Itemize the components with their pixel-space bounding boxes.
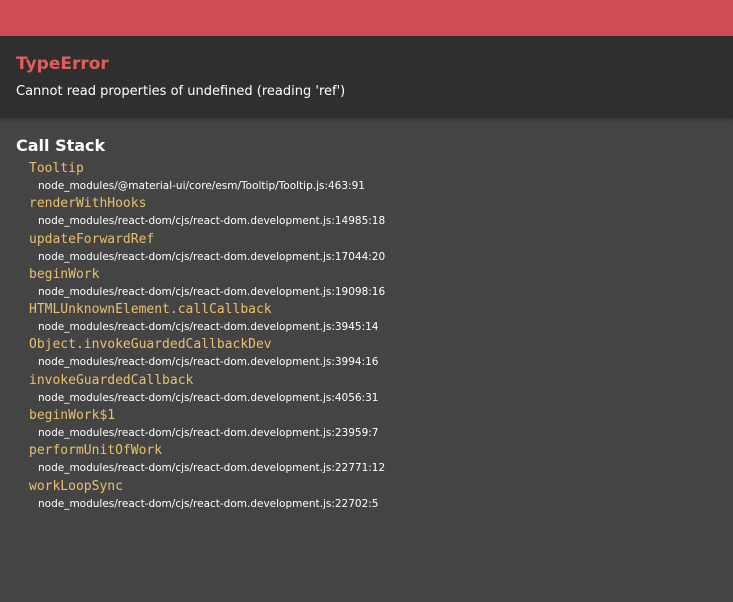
call-stack: Call Stack Tooltip node_modules/@materia…: [0, 118, 733, 513]
stack-frame: beginWork node_modules/react-dom/cjs/rea…: [29, 266, 717, 301]
frame-function-name: updateForwardRef: [29, 231, 155, 247]
stack-frame: Tooltip node_modules/@material-ui/core/e…: [29, 160, 717, 195]
frame-location: node_modules/react-dom/cjs/react-dom.dev…: [38, 285, 386, 298]
error-message: Cannot read properties of undefined (rea…: [16, 84, 346, 99]
stack-frame: beginWork$1 node_modules/react-dom/cjs/r…: [29, 407, 717, 442]
frame-function-name: performUnitOfWork: [29, 443, 163, 459]
frame-location: node_modules/react-dom/cjs/react-dom.dev…: [38, 321, 379, 334]
stack-frame: renderWithHooks node_modules/react-dom/c…: [29, 195, 717, 230]
stack-frame: workLoopSync node_modules/react-dom/cjs/…: [29, 478, 717, 513]
error-header: TypeError Cannot read properties of unde…: [0, 36, 733, 118]
frame-location: node_modules/react-dom/cjs/react-dom.dev…: [38, 462, 386, 475]
stack-frame: performUnitOfWork node_modules/react-dom…: [29, 442, 717, 477]
stack-frame: updateForwardRef node_modules/react-dom/…: [29, 231, 717, 266]
frame-location: node_modules/react-dom/cjs/react-dom.dev…: [38, 391, 379, 404]
frame-function-name: beginWork: [29, 266, 100, 282]
frame-function-name: workLoopSync: [29, 478, 123, 494]
stack-frame: HTMLUnknownElement.callCallback node_mod…: [29, 301, 717, 336]
frame-function-name: renderWithHooks: [29, 196, 147, 212]
frame-location: node_modules/@material-ui/core/esm/Toolt…: [38, 180, 365, 192]
frame-location: node_modules/react-dom/cjs/react-dom.dev…: [38, 250, 386, 263]
frame-function-name: HTMLUnknownElement.callCallback: [29, 302, 272, 318]
frame-location: node_modules/react-dom/cjs/react-dom.dev…: [38, 356, 379, 369]
call-stack-title: Call Stack: [16, 136, 106, 155]
stack-frame: Object.invokeGuardedCallbackDev node_mod…: [29, 336, 717, 371]
frame-function-name: Tooltip: [29, 161, 84, 176]
stack-frames: Tooltip node_modules/@material-ui/core/e…: [16, 160, 717, 513]
error-type: TypeError: [16, 54, 109, 74]
frame-location: node_modules/react-dom/cjs/react-dom.dev…: [38, 497, 379, 510]
error-top-bar: [0, 0, 733, 36]
frame-location: node_modules/react-dom/cjs/react-dom.dev…: [38, 427, 379, 440]
stack-frame: invokeGuardedCallback node_modules/react…: [29, 372, 717, 407]
frame-function-name: Object.invokeGuardedCallbackDev: [29, 337, 272, 353]
frame-function-name: beginWork$1: [29, 408, 116, 424]
frame-function-name: invokeGuardedCallback: [29, 372, 194, 388]
frame-location: node_modules/react-dom/cjs/react-dom.dev…: [38, 215, 386, 228]
